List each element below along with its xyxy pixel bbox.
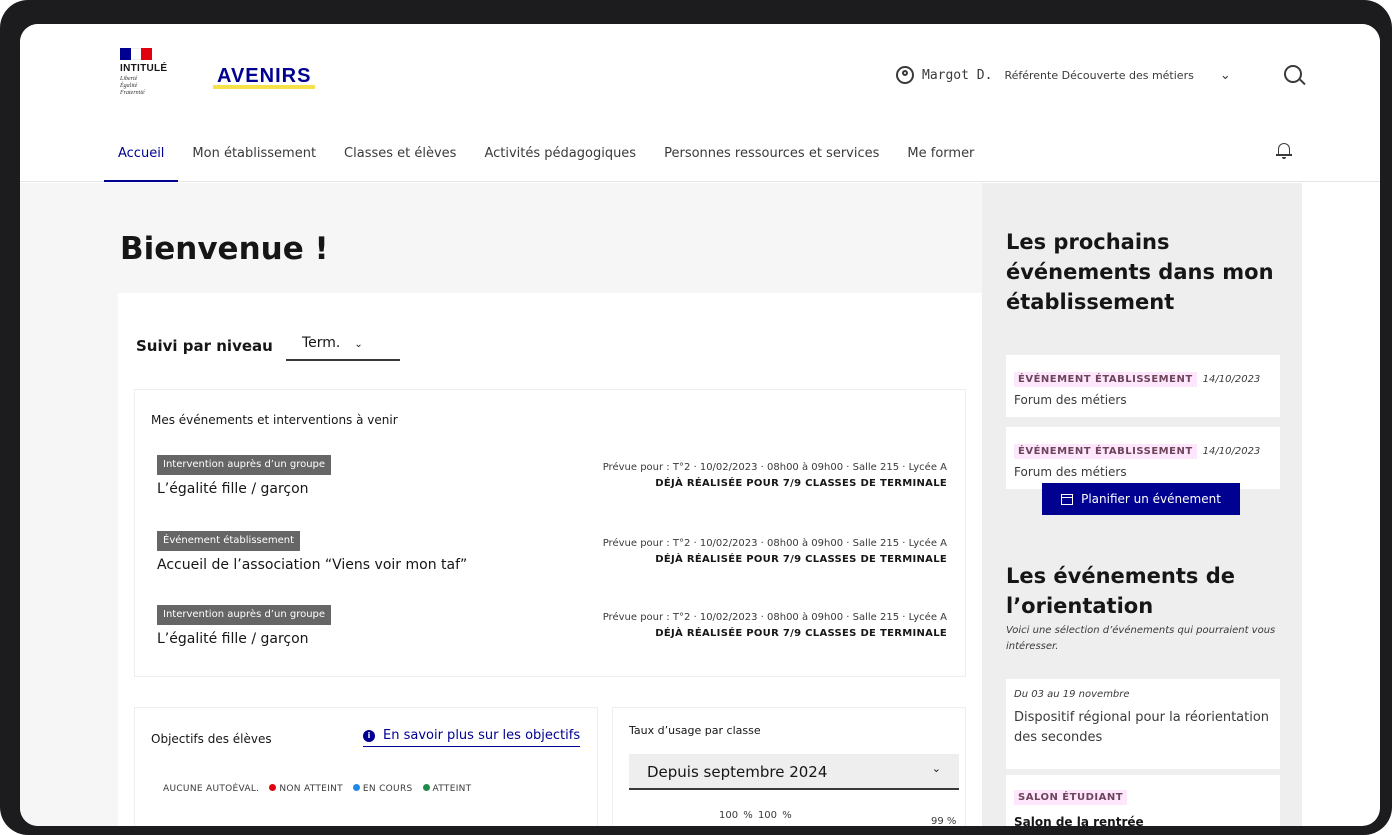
user-name: Margot D. [922,67,993,83]
sidebar-subtitle-orientation: Voici une sélection d’événements qui pou… [1006,625,1276,652]
chevron-down-icon: ⌄ [354,339,363,350]
chevron-down-icon: ⌄ [931,762,941,775]
nav-item-activites-pedagogiques[interactable]: Activités pédagogiques [470,136,650,182]
usage-value-right: 99 % [931,816,957,826]
event-status: DÉJÀ RÉALISÉE POUR 7/9 CLASSES DE TERMIN… [655,554,947,565]
event-name: Forum des métiers [1014,465,1127,479]
calendar-icon [1061,493,1074,505]
level-label: Suivi par niveau [136,337,273,355]
avenirs-logo[interactable]: AVENIRS [213,63,316,89]
level-value: Term. [302,335,341,351]
objectives-legend: AUCUNE AUTOÉVAL. NON ATTEINT EN COURS AT… [163,784,471,794]
sidebar-title-orientation: Les événements de l’orientation [1006,564,1236,618]
nav-item-classes-eleves[interactable]: Classes et élèves [330,136,470,182]
app-screen: INTITULÉ Liberté Égalité Fraternité AVEN… [20,24,1380,826]
legend-item: AUCUNE AUTOÉVAL. [163,784,260,794]
event-name: Dispositif régional pour la réorientatio… [1014,710,1270,745]
bell-icon[interactable] [1276,142,1292,159]
event-tag: Intervention auprès d’un groupe [157,605,332,625]
search-icon[interactable] [1284,65,1302,83]
event-when: Prévue pour : T°2 · 10/02/2023 · 08h00 à… [602,462,947,473]
plan-event-label: Planifier un événement [1081,492,1221,506]
red-dot-icon [269,784,277,791]
events-title: Mes événements et interventions à venir [151,413,398,427]
device-frame: INTITULÉ Liberté Égalité Fraternité AVEN… [0,0,1392,835]
republique-logo[interactable]: INTITULÉ Liberté Égalité Fraternité [120,48,190,97]
list-item[interactable]: ÉVÉNEMENT ÉTABLISSEMENT 14/10/2023 Forum … [1006,355,1280,417]
site-header: INTITULÉ Liberté Égalité Fraternité AVEN… [20,24,1380,182]
upcoming-events-card: Mes événements et interventions à venir … [134,389,966,677]
event-date: 14/10/2023 [1202,374,1261,385]
user-role: Référente Découverte des métiers [1004,68,1194,82]
info-icon: i [363,729,375,742]
event-status: DÉJÀ RÉALISÉE POUR 7/9 CLASSES DE TERMIN… [655,478,947,489]
events-sidebar: Les prochains événements dans mon établi… [982,183,1302,826]
event-name: Forum des métiers [1014,393,1127,407]
list-item[interactable]: Du 03 au 19 novembre Dispositif régional… [1006,679,1280,769]
list-item[interactable]: ÉVÉNEMENT ÉTABLISSEMENT 14/10/2023 Forum … [1006,427,1280,489]
event-tag: Intervention auprès d’un groupe [157,455,332,475]
list-item[interactable]: Événement établissement Accueil de l’ass… [157,528,947,588]
logo-intitule: INTITULÉ [120,63,168,74]
event-status: DÉJÀ RÉALISÉE POUR 7/9 CLASSES DE TERMIN… [655,628,947,639]
usage-period-select[interactable]: Depuis septembre 2024 ⌄ [629,754,959,790]
list-item[interactable]: Intervention auprès d’un groupe L’égalit… [157,452,947,512]
nav-item-me-former[interactable]: Me former [893,136,988,182]
nav-item-accueil[interactable]: Accueil [104,136,179,182]
blue-dot-icon [352,784,360,791]
user-icon [896,66,914,84]
main-content: Bienvenue ! Suivi par niveau Term. ⌄ Mes … [20,183,982,826]
event-tag: ÉVÉNEMENT ÉTABLISSEMENT [1014,372,1197,387]
list-item[interactable]: Intervention auprès d’un groupe L’égalit… [157,602,947,662]
event-when: Prévue pour : T°2 · 10/02/2023 · 08h00 à… [602,538,947,549]
page-title: Bienvenue ! [120,231,329,267]
objectives-title: Objectifs des élèves [151,732,272,746]
usage-card: Taux d’usage par classe Depuis septembre… [612,707,966,826]
event-date: 14/10/2023 [1202,446,1261,457]
nav-item-mon-etablissement[interactable]: Mon établissement [178,136,330,182]
objectives-card: Objectifs des élèves i En savoir plus su… [134,707,598,826]
logo-motto: Liberté Égalité Fraternité [120,76,145,96]
level-select[interactable]: Term. ⌄ [286,329,400,361]
level-panel: Suivi par niveau Term. ⌄ Mes événements e… [118,293,982,826]
event-date: Du 03 au 19 novembre [1014,689,1130,700]
main-nav: Accueil Mon établissement Classes et élè… [104,136,988,182]
legend-item: ATTEINT [422,784,472,794]
list-item[interactable]: SALON ÉTUDIANT Salon de la rentrée [1006,775,1280,826]
nav-item-personnes-ressources[interactable]: Personnes ressources et services [650,136,893,182]
objectives-link-label: En savoir plus sur les objectifs [383,728,581,743]
usage-period-value: Depuis septembre 2024 [647,763,828,781]
legend-item: EN COURS [352,784,413,794]
event-tag: SALON ÉTUDIANT [1014,790,1128,805]
usage-title: Taux d’usage par classe [629,724,761,737]
plan-event-button[interactable]: Planifier un événement [1042,483,1240,515]
event-tag: Événement établissement [157,531,301,551]
user-menu[interactable]: Margot D. Référente Découverte des métie… [896,66,1231,84]
event-when: Prévue pour : T°2 · 10/02/2023 · 08h00 à… [602,612,947,623]
objectives-info-link[interactable]: i En savoir plus sur les objectifs [363,728,581,747]
legend-item: NON ATTEINT [269,784,343,794]
event-tag: ÉVÉNEMENT ÉTABLISSEMENT [1014,444,1197,459]
chevron-down-icon[interactable]: ⌄ [1220,68,1231,83]
flag-icon [120,48,153,60]
sidebar-title-establishment: Les prochains événements dans mon établi… [1006,230,1274,314]
event-name: Salon de la rentrée [1014,815,1144,826]
usage-values: 100 % 100 % [719,810,792,821]
green-dot-icon [422,784,430,791]
